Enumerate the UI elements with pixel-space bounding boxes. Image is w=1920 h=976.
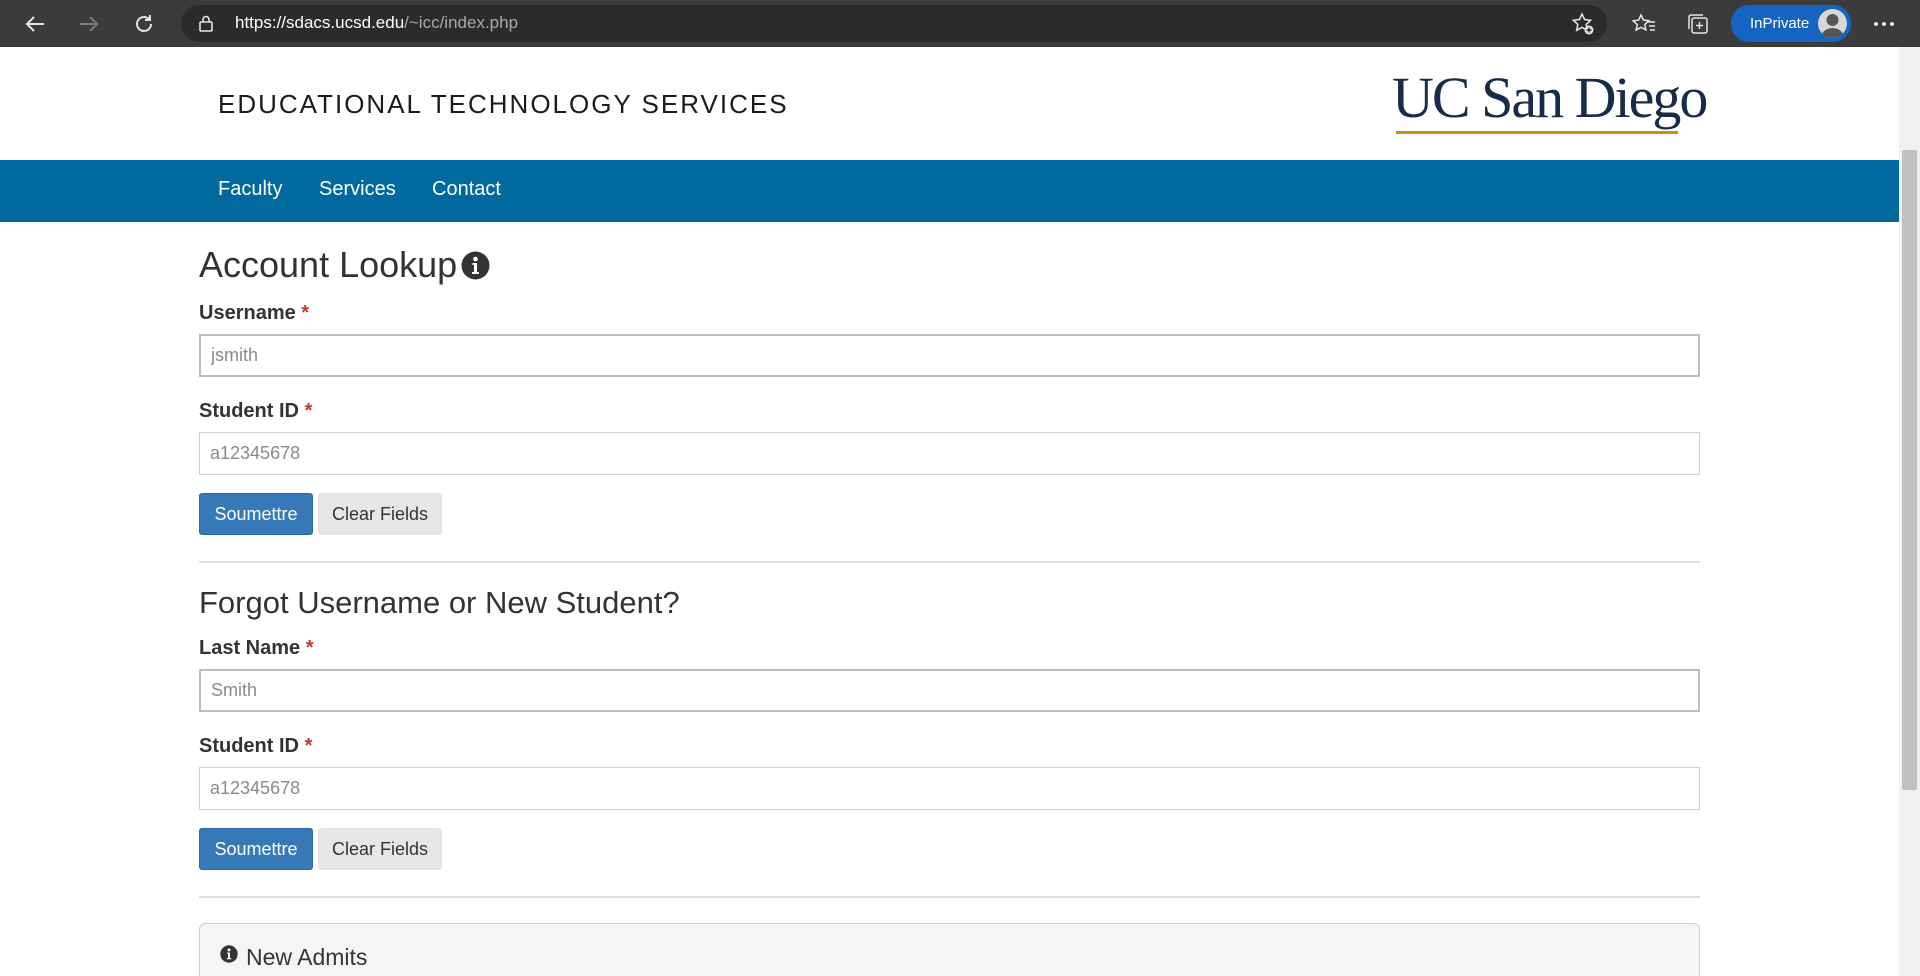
url-path: /~icc/index.php xyxy=(404,13,519,32)
forgot-student-id-label-text: Student ID xyxy=(199,735,299,757)
browser-toolbar: https://sdacs.ucsd.edu/~icc/index.php In… xyxy=(0,0,1920,47)
main-nav: Faculty Services Contact xyxy=(0,160,1899,222)
url-host: https://sdacs.ucsd.edu xyxy=(235,13,405,32)
forgot-clear-button[interactable]: Clear Fields xyxy=(318,828,442,870)
add-favorite-icon[interactable] xyxy=(1571,12,1595,41)
username-input[interactable] xyxy=(199,334,1700,377)
forgot-student-id-label: Student ID * xyxy=(199,735,312,758)
profile-avatar-icon xyxy=(1818,9,1847,38)
required-marker: * xyxy=(304,735,313,757)
lock-icon[interactable] xyxy=(199,15,213,37)
favorites-icon[interactable] xyxy=(1626,6,1662,42)
forgot-username-title: Forgot Username or New Student? xyxy=(199,585,680,620)
url-text[interactable]: https://sdacs.ucsd.edu/~icc/index.php xyxy=(235,13,518,33)
back-icon[interactable] xyxy=(17,6,53,42)
new-admits-panel: New Admits xyxy=(199,923,1700,976)
required-marker: * xyxy=(304,400,313,422)
student-id-label-text: Student ID xyxy=(199,400,299,422)
collections-icon[interactable] xyxy=(1680,6,1716,42)
last-name-label-text: Last Name xyxy=(199,637,301,659)
address-bar[interactable]: https://sdacs.ucsd.edu/~icc/index.php xyxy=(181,5,1607,42)
inprivate-button[interactable]: InPrivate xyxy=(1731,5,1851,42)
username-label: Username * xyxy=(199,302,309,325)
last-name-label: Last Name * xyxy=(199,637,314,660)
lookup-clear-button[interactable]: Clear Fields xyxy=(318,493,442,535)
scrollbar-thumb[interactable] xyxy=(1902,150,1917,790)
forward-icon[interactable] xyxy=(71,6,107,42)
forgot-submit-button[interactable]: Soumettre xyxy=(199,828,313,870)
nav-services[interactable]: Services xyxy=(319,178,396,201)
required-marker: * xyxy=(301,302,310,324)
new-admits-title: New Admits xyxy=(246,944,368,970)
forgot-student-id-input[interactable] xyxy=(199,767,1700,810)
student-id-input[interactable] xyxy=(199,432,1700,475)
last-name-input[interactable] xyxy=(199,669,1700,712)
username-label-text: Username xyxy=(199,302,296,324)
required-marker: * xyxy=(305,637,314,659)
student-id-label: Student ID * xyxy=(199,400,312,423)
site-header: EDUCATIONAL TECHNOLOGY SERVICES UC San D… xyxy=(0,47,1899,160)
section-divider xyxy=(199,896,1700,898)
account-lookup-title: Account Lookup xyxy=(199,244,458,285)
info-icon xyxy=(220,945,238,968)
inprivate-label: InPrivate xyxy=(1750,15,1810,32)
refresh-icon[interactable] xyxy=(126,6,162,42)
lookup-submit-button[interactable]: Soumettre xyxy=(199,493,313,535)
uc-san-diego-logo[interactable]: UC San Diego xyxy=(1392,65,1708,139)
logo-underline xyxy=(1396,131,1678,134)
section-divider xyxy=(199,561,1700,563)
site-title[interactable]: EDUCATIONAL TECHNOLOGY SERVICES xyxy=(218,89,789,120)
nav-faculty[interactable]: Faculty xyxy=(218,178,282,201)
nav-contact[interactable]: Contact xyxy=(432,178,501,201)
info-icon[interactable] xyxy=(461,251,490,285)
more-menu-icon[interactable] xyxy=(1866,6,1902,42)
logo-text: UC San Diego xyxy=(1392,65,1708,130)
